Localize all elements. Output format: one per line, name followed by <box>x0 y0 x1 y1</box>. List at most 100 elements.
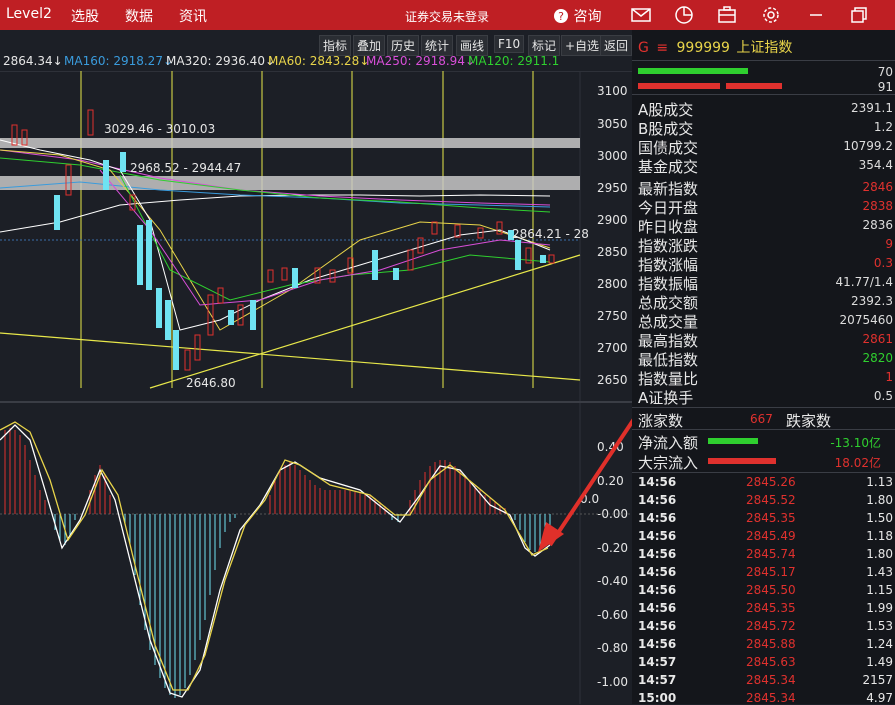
tick-time: 14:56 <box>638 583 677 597</box>
high-range-label: 3029.46 - 3010.03 <box>104 122 215 136</box>
stat-value: 2391.1 <box>851 101 893 115</box>
panel-divider <box>632 94 895 95</box>
toolbar-indicator-button[interactable]: 指标 <box>319 35 352 56</box>
toolbar-overlay-button[interactable]: 叠加 <box>353 35 386 56</box>
menu-icon[interactable]: ≡ <box>656 40 668 56</box>
toolbar-mark-button[interactable]: 标记 <box>528 35 561 56</box>
tick-time: 15:00 <box>638 691 677 705</box>
tick-volume: 4.97 <box>866 691 893 705</box>
tick-time: 14:57 <box>638 655 677 669</box>
stat-value: 0.5 <box>873 389 893 403</box>
minimize-icon[interactable] <box>805 4 827 26</box>
tick-time: 14:56 <box>638 547 677 561</box>
index-title[interactable]: G ≡ 999999 上证指数 <box>638 37 792 57</box>
stat-label: 总成交额 <box>638 294 699 312</box>
latest-range-label: 2864.21 - 28 <box>512 227 589 241</box>
bar-value-2: 91 <box>877 80 893 94</box>
stat-value: 9 <box>885 237 893 251</box>
stat-label: 国债成交 <box>638 139 699 157</box>
stat-label: 昨日收盘 <box>638 218 699 236</box>
moving-averages <box>0 139 551 331</box>
ma320-value: MA320: 2936.40↓ <box>166 54 276 68</box>
tick-price: 2845.50 <box>746 583 796 597</box>
mail-icon[interactable] <box>630 4 652 26</box>
help-icon: ? <box>554 9 568 23</box>
ma60-value: MA60: 2843.28↓ <box>268 54 370 68</box>
tick-price: 2845.26 <box>746 475 796 489</box>
help-button[interactable]: ? 咨询 <box>553 6 601 28</box>
pie-chart-icon[interactable] <box>673 4 695 26</box>
tick-price: 2845.88 <box>746 637 796 651</box>
index-info-panel: G ≡ 999999 上证指数 70 91 A股成交 2391.1 B股成交 1.2… <box>632 30 895 705</box>
stat-label: A股成交 <box>638 101 694 119</box>
ma-close-value: 2864.34↓ <box>3 54 63 68</box>
gear-icon[interactable] <box>760 4 782 26</box>
stat-label: 指数振幅 <box>638 275 699 293</box>
panel-divider <box>632 60 895 61</box>
tick-price: 2845.74 <box>746 547 796 561</box>
stat-value: 0.3 <box>873 256 893 270</box>
login-status[interactable]: 证券交易未登录 <box>405 8 489 25</box>
panel-divider <box>632 407 895 408</box>
stat-label: 指数量比 <box>638 370 699 388</box>
net-inflow-bar <box>708 438 758 444</box>
stat-value: 2820 <box>862 351 893 365</box>
stat-label: 指数涨跌 <box>638 237 699 255</box>
toolbar-draw-button[interactable]: 画线 <box>456 35 489 56</box>
tick-price: 2845.34 <box>746 691 796 705</box>
stat-value: 1 <box>885 370 893 384</box>
toolbar-stats-button[interactable]: 统计 <box>421 35 454 56</box>
index-name: 上证指数 <box>736 40 793 56</box>
resistance-bands <box>0 138 580 241</box>
level2-label[interactable]: Level2 <box>6 6 52 22</box>
toolbar-history-button[interactable]: 历史 <box>387 35 420 56</box>
tick-time: 14:56 <box>638 619 677 633</box>
toolbar-back-button[interactable]: 返回 <box>600 35 632 56</box>
restore-icon[interactable] <box>848 4 870 26</box>
index-prefix: G <box>638 40 649 56</box>
stat-label: 最高指数 <box>638 332 699 350</box>
decliners-label: 跌家数 <box>786 412 832 430</box>
index-code: 999999 <box>676 40 730 56</box>
tick-price: 2845.63 <box>746 655 796 669</box>
ma160-value: MA160: 2918.27↓ <box>64 54 174 68</box>
stat-value: 10799.2 <box>843 139 893 153</box>
block-inflow-value: 18.02亿 <box>834 456 881 470</box>
tick-volume: 1.99 <box>866 601 893 615</box>
tick-volume: 1.80 <box>866 493 893 507</box>
tick-volume: 1.18 <box>866 529 893 543</box>
nav-xuangu[interactable]: 选股 <box>71 6 99 26</box>
tick-price: 2845.34 <box>746 673 796 687</box>
stat-value: 2075460 <box>839 313 893 327</box>
stat-value: 41.77/1.4 <box>835 275 893 289</box>
tick-price: 2845.35 <box>746 601 796 615</box>
ma120-value: MA120: 2911.1 <box>468 54 560 68</box>
trendlines <box>0 254 581 389</box>
tick-volume: 1.15 <box>866 583 893 597</box>
stat-value: 2836 <box>862 218 893 232</box>
low-point-label: 2646.80 <box>186 376 236 390</box>
panel-divider <box>632 429 895 430</box>
stat-label: B股成交 <box>638 120 694 138</box>
svg-text:?: ? <box>558 10 564 23</box>
advancers-label: 涨家数 <box>638 412 684 430</box>
net-inflow-value: -13.10亿 <box>830 436 881 450</box>
tick-volume: 1.13 <box>866 475 893 489</box>
toolbar-f10-button[interactable]: F10 <box>494 35 525 53</box>
nav-zixun[interactable]: 资讯 <box>179 6 207 26</box>
top-bar: Level2 选股 数据 资讯 证券交易未登录 ? 咨询 <box>0 0 895 30</box>
breadth-bar-up <box>638 68 748 74</box>
nav-shuju[interactable]: 数据 <box>125 6 153 26</box>
panel-divider <box>632 472 895 473</box>
bar-value-1: 70 <box>877 65 893 79</box>
mid-range-label: 2968.52 - 2944.47 <box>130 161 241 175</box>
briefcase-icon[interactable] <box>716 4 738 26</box>
tick-time: 14:57 <box>638 673 677 687</box>
tick-volume: 2157 <box>862 673 893 687</box>
stat-label: 最新指数 <box>638 180 699 198</box>
toolbar-add-watchlist-button[interactable]: +自选 <box>561 35 604 56</box>
breadth-bar-down <box>638 83 720 89</box>
tick-volume: 1.53 <box>866 619 893 633</box>
stat-label: 今日开盘 <box>638 199 699 217</box>
stat-label: A证换手 <box>638 389 694 407</box>
